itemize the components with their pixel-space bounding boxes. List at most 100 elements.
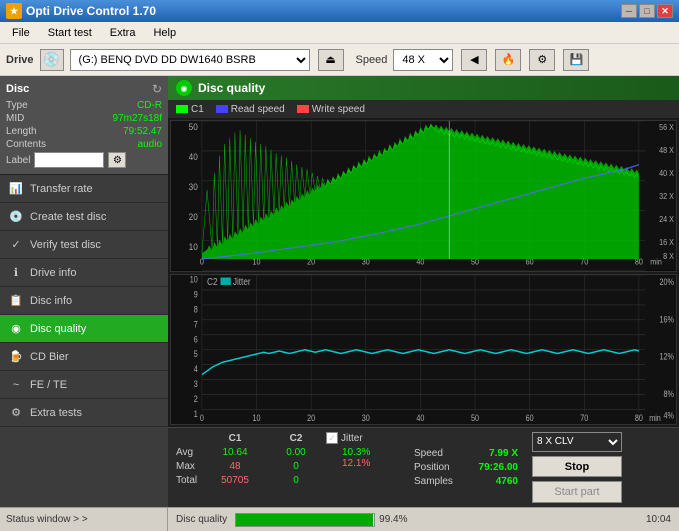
charts-container: 50 40 30 20 10 0 10 20 30 40 50 60 70 80… xyxy=(168,118,679,427)
status-window-button[interactable]: Status window > > xyxy=(0,508,168,531)
disc-length-row: Length 79:52.47 xyxy=(6,126,162,137)
sidebar-item-disc-info[interactable]: 📋 Disc info xyxy=(0,287,168,315)
c1-chart: 50 40 30 20 10 0 10 20 30 40 50 60 70 80… xyxy=(170,120,677,272)
sidebar-item-fe-te[interactable]: ~ FE / TE xyxy=(0,371,168,399)
sidebar-item-label: Drive info xyxy=(30,267,76,279)
sidebar-item-drive-info[interactable]: ℹ Drive info xyxy=(0,259,168,287)
jitter-checkbox-row: ✓ Jitter xyxy=(326,432,402,444)
disc-contents-value: audio xyxy=(138,139,162,150)
stats-max-c1: 48 xyxy=(205,460,265,473)
stats-total-c1: 50705 xyxy=(205,474,265,487)
sidebar-item-disc-quality[interactable]: ◉ Disc quality xyxy=(0,315,168,343)
menu-bar: File Start test Extra Help xyxy=(0,22,679,44)
samples-row: Samples 4760 xyxy=(414,476,518,487)
save-button[interactable]: 💾 xyxy=(563,49,589,71)
stats-c1-header: C1 xyxy=(205,432,265,445)
disc-quality-header: ◉ Disc quality xyxy=(168,76,679,100)
legend-c1-color xyxy=(176,105,188,113)
stats-total-c2: 0 xyxy=(266,474,326,487)
speed-value: 7.99 X xyxy=(489,448,518,459)
eject-button[interactable]: ⏏ xyxy=(318,49,344,71)
burn-button[interactable]: 🔥 xyxy=(495,49,521,71)
menu-extra[interactable]: Extra xyxy=(102,25,144,41)
stop-button[interactable]: Stop xyxy=(532,456,622,478)
menu-file[interactable]: File xyxy=(4,25,38,41)
drive-select[interactable]: (G:) BENQ DVD DD DW1640 BSRB xyxy=(70,49,310,71)
disc-quality-title: Disc quality xyxy=(198,81,265,95)
close-button[interactable]: ✕ xyxy=(657,4,673,18)
svg-text:40: 40 xyxy=(416,413,425,423)
svg-text:5: 5 xyxy=(194,349,199,359)
disc-mid-label: MID xyxy=(6,113,24,124)
sidebar-item-label: Extra tests xyxy=(30,407,82,419)
speed-select[interactable]: 48 X xyxy=(393,49,453,71)
svg-text:min: min xyxy=(650,257,662,266)
progress-bar-outer xyxy=(235,513,375,527)
disc-label-input[interactable] xyxy=(34,152,104,168)
disc-refresh-button[interactable]: ↻ xyxy=(152,82,162,96)
svg-text:12%: 12% xyxy=(660,352,674,362)
title-bar: ★ Opti Drive Control 1.70 ─ □ ✕ xyxy=(0,0,679,22)
svg-text:16%: 16% xyxy=(660,314,674,324)
clv-select[interactable]: 8 X CLV xyxy=(532,432,622,452)
app-icon: ★ xyxy=(6,3,22,19)
menu-help[interactable]: Help xyxy=(145,25,184,41)
svg-text:60: 60 xyxy=(526,413,535,423)
stats-max-label: Max xyxy=(174,460,204,473)
settings-button[interactable]: ⚙ xyxy=(529,49,555,71)
svg-text:50: 50 xyxy=(189,122,198,133)
minimize-button[interactable]: ─ xyxy=(621,4,637,18)
svg-text:16 X: 16 X xyxy=(659,238,674,247)
sidebar-item-extra-tests[interactable]: ⚙ Extra tests xyxy=(0,399,168,427)
disc-label-button[interactable]: ⚙ xyxy=(108,152,126,168)
disc-type-value: CD-R xyxy=(137,100,162,111)
stats-empty-header xyxy=(174,432,204,445)
transfer-rate-icon: 📊 xyxy=(8,181,24,197)
extra-tests-icon: ⚙ xyxy=(8,405,24,421)
svg-text:10: 10 xyxy=(189,241,198,252)
status-bar: Status window > > Disc quality 99.4% 10:… xyxy=(0,507,679,531)
disc-quality-icon-header: ◉ xyxy=(176,80,192,96)
drive-label: Drive xyxy=(6,54,34,66)
content-area: ◉ Disc quality C1 Read speed Write speed xyxy=(168,76,679,507)
position-label: Position xyxy=(414,462,450,473)
position-row: Position 79:26.00 xyxy=(414,462,518,473)
disc-length-label: Length xyxy=(6,126,37,137)
sidebar-item-label: Verify test disc xyxy=(30,239,101,251)
maximize-button[interactable]: □ xyxy=(639,4,655,18)
sidebar-item-verify-test-disc[interactable]: ✓ Verify test disc xyxy=(0,231,168,259)
speed-label: Speed xyxy=(414,448,443,459)
sidebar-item-label: Disc info xyxy=(30,295,72,307)
speed-row: Speed 7.99 X xyxy=(414,448,518,459)
legend-write-speed: Write speed xyxy=(297,104,365,115)
speed-position-panel: Speed 7.99 X Position 79:26.00 Samples 4… xyxy=(406,428,526,507)
stats-avg-label: Avg xyxy=(174,446,204,459)
jitter-checkbox[interactable]: ✓ xyxy=(326,432,338,444)
sidebar-item-cd-bier[interactable]: 🍺 CD Bier xyxy=(0,343,168,371)
svg-text:24 X: 24 X xyxy=(659,215,674,224)
menu-start-test[interactable]: Start test xyxy=(40,25,100,41)
cd-bier-icon: 🍺 xyxy=(8,349,24,365)
sidebar-item-label: Disc quality xyxy=(30,323,86,335)
sidebar-item-label: Create test disc xyxy=(30,211,106,223)
svg-text:1: 1 xyxy=(194,409,199,419)
legend-write-label: Write speed xyxy=(312,104,365,115)
svg-text:56 X: 56 X xyxy=(659,123,674,132)
status-time: 10:04 xyxy=(646,514,679,525)
disc-type-label: Type xyxy=(6,100,28,111)
svg-text:20%: 20% xyxy=(660,277,674,287)
disc-label-key: Label xyxy=(6,155,30,166)
sidebar-item-create-test-disc[interactable]: 💿 Create test disc xyxy=(0,203,168,231)
sidebar-item-transfer-rate[interactable]: 📊 Transfer rate xyxy=(0,175,168,203)
disc-info-icon: 📋 xyxy=(8,293,24,309)
progress-text: 99.4% xyxy=(379,514,407,525)
fe-te-icon: ~ xyxy=(8,377,24,393)
legend-read-label: Read speed xyxy=(231,104,285,115)
svg-text:6: 6 xyxy=(194,334,199,344)
start-part-button[interactable]: Start part xyxy=(532,481,622,503)
svg-text:30: 30 xyxy=(362,413,371,423)
stats-total-label: Total xyxy=(174,474,204,487)
prev-button[interactable]: ◀ xyxy=(461,49,487,71)
samples-value: 4760 xyxy=(496,476,518,487)
svg-text:80: 80 xyxy=(635,413,644,423)
